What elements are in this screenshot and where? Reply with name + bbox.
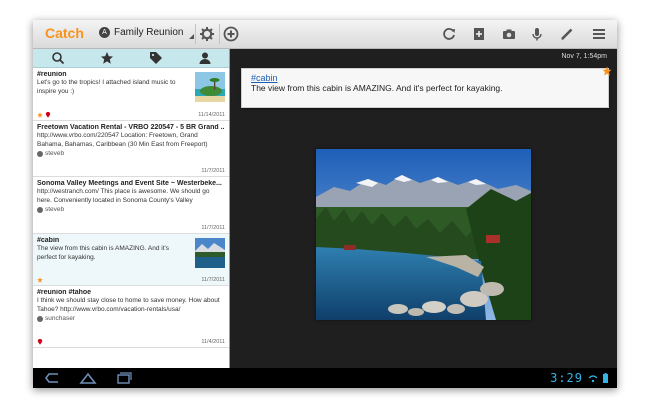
note-snippet: http://westranch.com/ This place is awes… [37, 188, 210, 204]
author-avatar-icon [37, 150, 43, 157]
battery-icon [603, 373, 608, 383]
add-icon[interactable] [223, 26, 239, 42]
search-icon[interactable] [51, 51, 65, 65]
note-date: 11/7/2011 [201, 168, 225, 174]
toolbar-divider [195, 24, 196, 44]
toolbar-divider [219, 24, 220, 44]
system-bar: 3:29 [33, 368, 617, 388]
note-text: The view from this cabin is AMAZING. And… [251, 83, 503, 93]
note-list-pane: #reunion Let's go to the tropics! I atta… [33, 49, 230, 368]
note-author: steveb [37, 206, 225, 213]
app-logo[interactable]: Catch [45, 25, 84, 41]
dropdown-caret-icon [189, 34, 195, 39]
account-selector[interactable]: A Family Reunion [99, 26, 195, 39]
note-card[interactable]: #cabin The view from this cabin is AMAZI… [241, 66, 612, 108]
status-icons[interactable] [587, 372, 611, 384]
note-list-item[interactable]: #reunion #tahoe I think we should stay c… [33, 286, 229, 348]
location-badge-icon [45, 112, 51, 118]
recent-apps-icon[interactable] [115, 371, 133, 385]
note-badges [37, 112, 51, 118]
star-badge-icon [37, 277, 43, 283]
voice-icon[interactable] [529, 26, 545, 42]
wifi-icon [588, 375, 598, 383]
star-icon[interactable] [100, 51, 114, 65]
note-date: 11/7/2011 [201, 277, 225, 283]
note-author: steveb [37, 150, 225, 157]
back-icon[interactable] [43, 371, 61, 385]
note-timestamp: Nov 7, 1:54pm [561, 53, 607, 60]
location-badge-icon [37, 339, 43, 345]
note-snippet: http://www.vrbo.com/220547 Location: Fre… [37, 132, 208, 148]
lake-photo-image [316, 149, 531, 320]
note-list-item[interactable]: Freetown Vacation Rental - VRBO 220547 -… [33, 121, 229, 177]
camera-icon[interactable] [501, 26, 517, 42]
star-badge-icon [37, 112, 43, 118]
note-title: Sonoma Valley Meetings and Event Site ~ … [37, 180, 222, 187]
pen-icon[interactable] [559, 26, 575, 42]
filter-bar [33, 49, 229, 68]
tablet-screen: Catch A Family Reunion #reunion Let's go… [33, 20, 617, 388]
note-badges [37, 277, 43, 283]
note-list-item-selected[interactable]: #cabin The view from this cabin is AMAZI… [33, 234, 229, 286]
note-list-item[interactable]: #reunion Let's go to the tropics! I atta… [33, 68, 229, 121]
status-clock: 3:29 [550, 371, 583, 385]
note-badges [37, 339, 43, 345]
note-thumbnail [195, 238, 225, 268]
author-avatar-icon [37, 315, 43, 322]
account-avatar: A [99, 27, 110, 38]
note-date: 11/4/2011 [201, 339, 225, 345]
star-icon[interactable] [602, 63, 612, 76]
note-date: 11/7/2011 [201, 225, 225, 231]
settings-icon[interactable] [199, 26, 215, 42]
hashtag-link[interactable]: #cabin [251, 73, 278, 83]
action-bar: Catch A Family Reunion [33, 20, 617, 49]
attached-photo[interactable] [316, 149, 531, 320]
note-list-item[interactable]: Sonoma Valley Meetings and Event Site ~ … [33, 177, 229, 234]
person-icon[interactable] [198, 51, 212, 65]
note-title: #reunion #tahoe [37, 289, 92, 296]
menu-icon[interactable] [591, 26, 607, 42]
note-author: sunchaser [37, 315, 225, 322]
note-thumbnail [195, 72, 225, 102]
new-note-icon[interactable] [471, 26, 487, 42]
tag-icon[interactable] [149, 51, 163, 65]
note-snippet: I think we should stay close to home to … [37, 297, 220, 313]
author-avatar-icon [37, 206, 43, 213]
note-detail-pane: Nov 7, 1:54pm #cabin The view from this … [230, 49, 617, 368]
account-name: Family Reunion [114, 27, 184, 38]
note-title: Freetown Vacation Rental - VRBO 220547 -… [37, 124, 225, 131]
note-date: 11/14/2011 [198, 112, 225, 118]
home-icon[interactable] [79, 371, 97, 385]
sync-icon[interactable] [441, 26, 457, 42]
